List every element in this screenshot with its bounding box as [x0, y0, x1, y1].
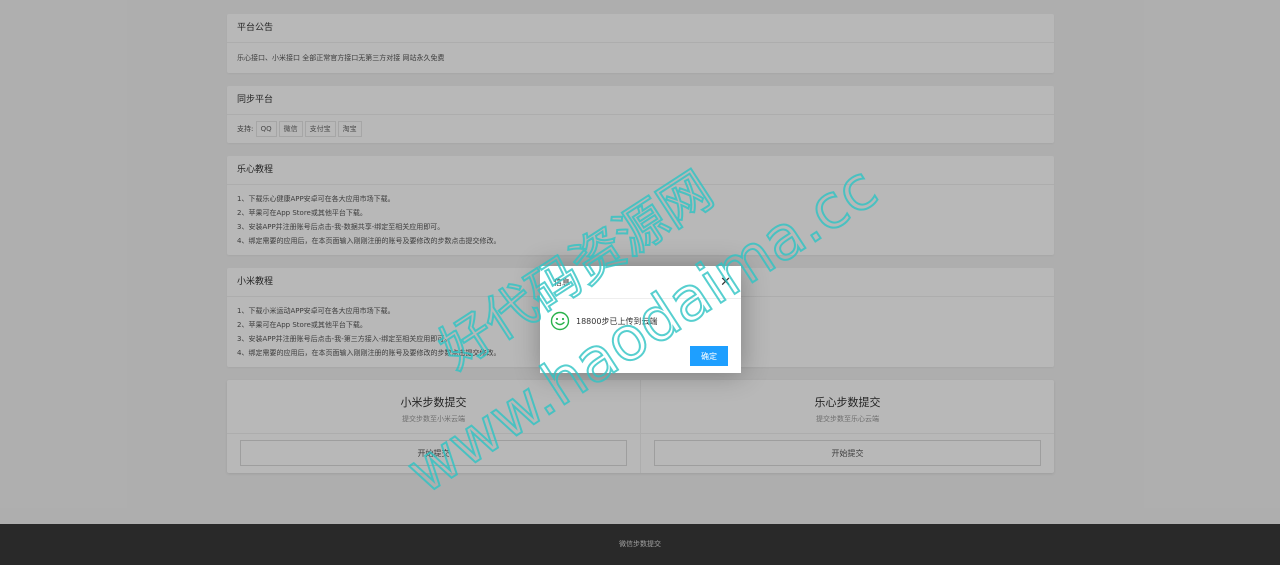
info-dialog: 信息 ✕ 18800步已上传到云端 确定	[540, 266, 741, 373]
ok-button[interactable]: 确定	[690, 346, 728, 366]
close-icon[interactable]: ✕	[720, 266, 731, 299]
dialog-body: 18800步已上传到云端	[540, 299, 741, 331]
page: 平台公告 乐心接口、小米接口 全部正常官方接口无第三方对接 网站永久免费 同步平…	[0, 0, 1280, 565]
dialog-title: 信息 ✕	[540, 266, 741, 299]
dialog-message: 18800步已上传到云端	[576, 316, 658, 326]
smile-icon	[550, 311, 570, 331]
dialog-title-text: 信息	[554, 278, 570, 287]
